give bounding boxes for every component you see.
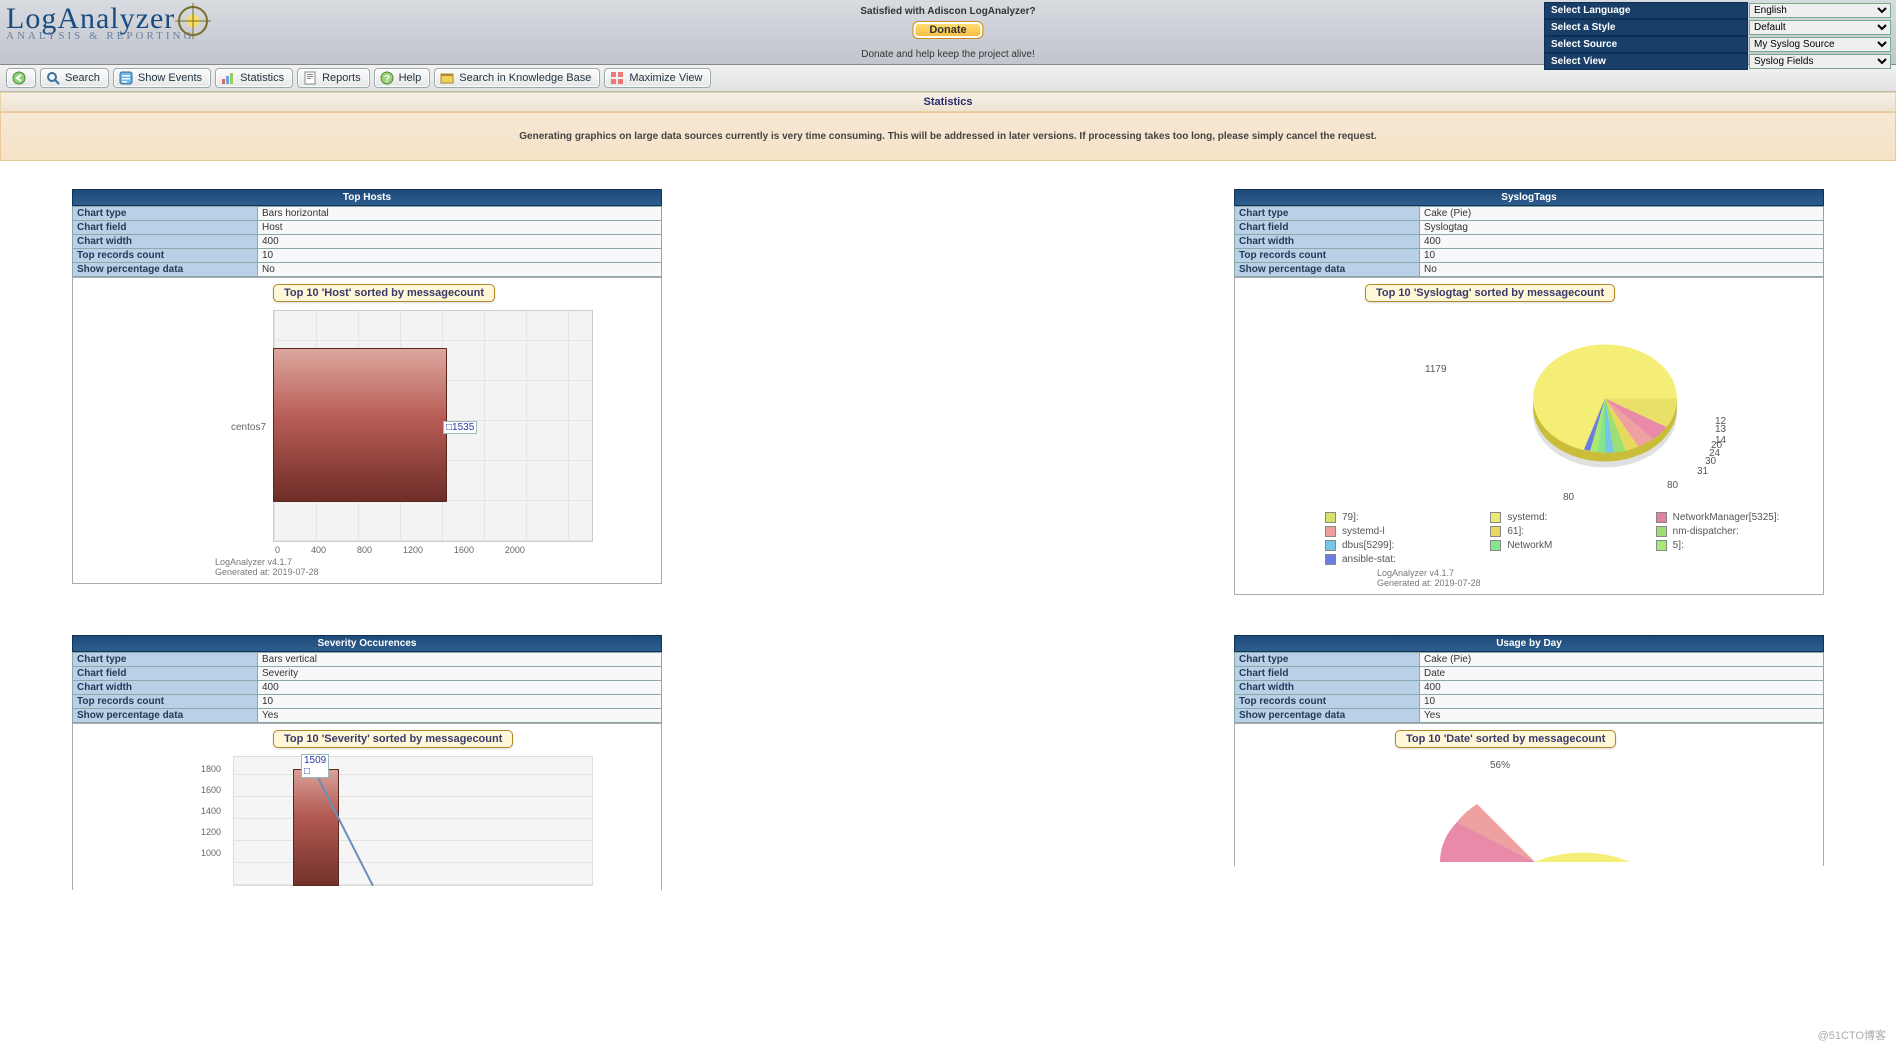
- back-icon: [11, 70, 27, 86]
- select-source-label: Select Source: [1544, 36, 1748, 53]
- card-title: Top Hosts: [72, 189, 662, 206]
- chart-syslogtags: Top 10 'Syslogtag' sorted by messagecoun…: [1234, 277, 1824, 595]
- stats-icon: [220, 70, 236, 86]
- slice-percent: 56%: [1490, 760, 1510, 771]
- events-icon: [118, 70, 134, 86]
- maximize-button[interactable]: Maximize View: [604, 68, 711, 88]
- chart-title: Top 10 'Host' sorted by messagecount: [273, 284, 495, 302]
- card-severity: Severity Occurences Chart typeBars verti…: [72, 635, 662, 890]
- select-language-label: Select Language: [1544, 2, 1748, 19]
- search-button[interactable]: Search: [40, 68, 109, 88]
- selector-panel: Select LanguageEnglish Select a StyleDef…: [1544, 2, 1892, 70]
- legend-item: dbus[5299]:: [1325, 540, 1482, 551]
- legend-item: 61]:: [1490, 526, 1647, 537]
- chart-title: Top 10 'Severity' sorted by messagecount: [273, 730, 513, 748]
- card-syslogtags: SyslogTags Chart typeCake (Pie) Chart fi…: [1234, 189, 1824, 595]
- chart-title: Top 10 'Date' sorted by messagecount: [1395, 730, 1616, 748]
- chart-footer: LogAnalyzer v4.1.7Generated at: 2019-07-…: [73, 555, 661, 579]
- donate-headline: Satisfied with Adiscon LogAnalyzer?: [860, 6, 1035, 17]
- legend-item: nm-dispatcher:: [1656, 526, 1813, 537]
- chart-footer: LogAnalyzer v4.1.7Generated at: 2019-07-…: [1235, 566, 1823, 590]
- slice-value: 1179: [1425, 364, 1447, 375]
- page-title: Statistics: [0, 92, 1896, 112]
- chart-severity: Top 10 'Severity' sorted by messagecount…: [72, 723, 662, 890]
- notice-banner: Generating graphics on large data source…: [0, 112, 1896, 161]
- bar-label: centos7: [231, 422, 266, 433]
- meta-table: Chart typeCake (Pie) Chart fieldDate Cha…: [1234, 652, 1824, 723]
- bar-value: □1535: [443, 421, 477, 434]
- maximize-icon: [609, 70, 625, 86]
- logo: LogAnalyzer ANALYSIS & REPORTING: [0, 0, 214, 44]
- bar-centos7: [273, 348, 447, 502]
- y-ticks: 18001600140012001000: [201, 764, 221, 858]
- pie-legend: 79]: systemd: NetworkManager[5325]: systemd…: [1235, 508, 1823, 566]
- card-title: Usage by Day: [1234, 635, 1824, 652]
- chart-usage-by-day: Top 10 'Date' sorted by messagecount 56%: [1234, 723, 1824, 866]
- card-title: Severity Occurences: [72, 635, 662, 652]
- donate-block: Satisfied with Adiscon LogAnalyzer? Dona…: [860, 6, 1035, 60]
- meta-table: Chart typeBars vertical Chart fieldSever…: [72, 652, 662, 723]
- legend-item: 5]:: [1656, 540, 1813, 551]
- x-ticks: 0400800120016002000: [273, 545, 525, 555]
- reports-icon: [302, 70, 318, 86]
- pie-syslogtags: 1179 12 1314 20 24 30 31 80 80: [1505, 328, 1755, 498]
- kb-search-button[interactable]: Search in Knowledge Base: [434, 68, 600, 88]
- legend-item: ansible-stat:: [1325, 554, 1482, 565]
- svg-text:?: ?: [384, 74, 390, 85]
- chart-title: Top 10 'Syslogtag' sorted by messagecoun…: [1365, 284, 1615, 302]
- chart-top-hosts: Top 10 'Host' sorted by messagecount cen…: [72, 277, 662, 584]
- watermark: @51CTO博客: [1818, 1027, 1886, 1043]
- legend-item: NetworkManager[5325]:: [1656, 512, 1813, 523]
- select-style[interactable]: Default: [1749, 20, 1891, 35]
- select-view[interactable]: Syslog Fields: [1749, 54, 1891, 69]
- slice-value: 80: [1563, 492, 1574, 503]
- legend-item: systemd-l: [1325, 526, 1482, 537]
- top-bar: LogAnalyzer ANALYSIS & REPORTING Satisfi…: [0, 0, 1896, 65]
- legend-item: NetworkM: [1490, 540, 1647, 551]
- logo-subtitle: ANALYSIS & REPORTING: [6, 30, 208, 42]
- show-events-button[interactable]: Show Events: [113, 68, 211, 88]
- select-language[interactable]: English: [1749, 3, 1891, 18]
- legend-item: systemd:: [1490, 512, 1647, 523]
- select-style-label: Select a Style: [1544, 19, 1748, 36]
- slice-value: 31: [1697, 466, 1708, 477]
- donate-button[interactable]: Donate: [912, 21, 983, 39]
- bar-value: 1509□: [301, 754, 329, 778]
- select-view-label: Select View: [1544, 53, 1748, 70]
- donate-subtext: Donate and help keep the project alive!: [860, 49, 1035, 60]
- meta-table: Chart typeCake (Pie) Chart fieldSyslogta…: [1234, 206, 1824, 277]
- magnifier-icon: [45, 70, 61, 86]
- statistics-button[interactable]: Statistics: [215, 68, 293, 88]
- charts-grid: Top Hosts Chart typeBars horizontal Char…: [0, 161, 1896, 918]
- card-title: SyslogTags: [1234, 189, 1824, 206]
- help-icon: ?: [379, 70, 395, 86]
- card-top-hosts: Top Hosts Chart typeBars horizontal Char…: [72, 189, 662, 595]
- help-button[interactable]: ?Help: [374, 68, 431, 88]
- meta-table: Chart typeBars horizontal Chart fieldHos…: [72, 206, 662, 277]
- back-button[interactable]: [6, 68, 36, 88]
- legend-item: 79]:: [1325, 512, 1482, 523]
- select-source[interactable]: My Syslog Source: [1749, 37, 1891, 52]
- kb-icon: [439, 70, 455, 86]
- reports-button[interactable]: Reports: [297, 68, 370, 88]
- slice-value: 80: [1667, 480, 1678, 491]
- crosshair-icon: [178, 6, 208, 36]
- card-usage-by-day: Usage by Day Chart typeCake (Pie) Chart …: [1234, 635, 1824, 890]
